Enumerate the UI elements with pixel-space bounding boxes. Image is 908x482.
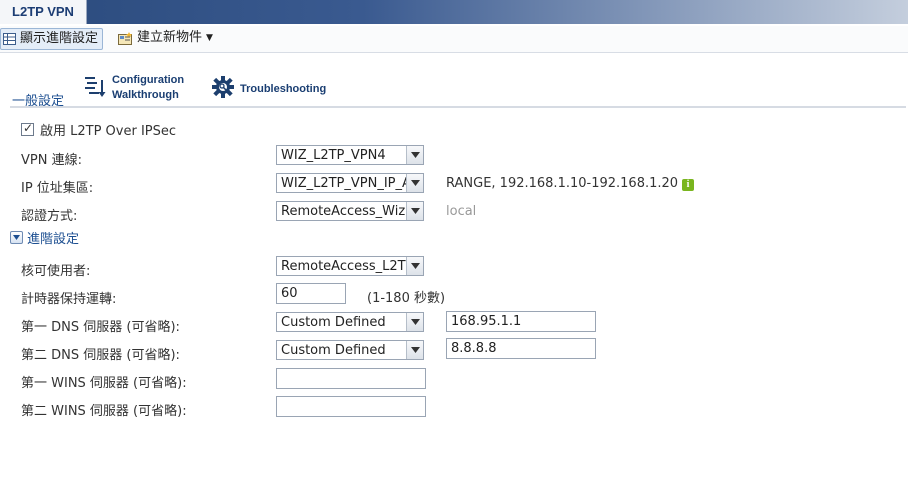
auth-method-select[interactable]: RemoteAccess_Wiz: [276, 201, 424, 221]
ip-pool-range: RANGE, 192.168.1.10-192.168.1.20: [446, 176, 679, 191]
enable-l2tp-checkbox[interactable]: ✓: [21, 121, 34, 136]
dns1-type-select[interactable]: Custom Defined: [276, 312, 424, 332]
tab-l2tp-vpn[interactable]: L2TP VPN: [0, 0, 87, 24]
keepalive-timer-label: 計時器保持運轉:: [21, 292, 117, 307]
info-icon[interactable]: i: [682, 179, 695, 191]
vpn-connection-label: VPN 連線:: [21, 153, 82, 168]
ip-pool-range-row: RANGE, 192.168.1.10-192.168.1.20 i: [446, 176, 695, 191]
troubleshooting-gear-icon: [212, 76, 234, 102]
ip-pool-select[interactable]: WIZ_L2TP_VPN_IP_ALL: [276, 173, 424, 193]
chevron-down-icon[interactable]: [406, 202, 423, 220]
dns1-type-value: Custom Defined: [281, 315, 386, 330]
table-icon: [3, 33, 16, 45]
auth-method-label: 認證方式:: [21, 209, 78, 224]
auth-method-hint: local: [446, 204, 477, 219]
dns2-type-value: Custom Defined: [281, 343, 386, 358]
troubleshooting-link[interactable]: Troubleshooting: [212, 76, 326, 102]
enable-l2tp-label: 啟用 L2TP Over IPSec: [40, 124, 177, 139]
ip-pool-value: WIZ_L2TP_VPN_IP_ALL: [281, 176, 407, 191]
vpn-connection-select[interactable]: WIZ_L2TP_VPN4: [276, 145, 424, 165]
troubleshooting-label: Troubleshooting: [240, 83, 327, 95]
chevron-down-icon[interactable]: [406, 174, 423, 192]
wins1-address-input[interactable]: [276, 368, 426, 389]
advanced-settings-toggle[interactable]: 進階設定: [10, 228, 79, 247]
vpn-connection-value: WIZ_L2TP_VPN4: [281, 148, 386, 163]
chevron-down-icon[interactable]: [406, 257, 423, 275]
wins1-label: 第一 WINS 伺服器 (可省略):: [21, 376, 187, 391]
allowed-user-select[interactable]: RemoteAccess_L2TP: [276, 256, 424, 276]
toolbar: 顯示進階設定 建立新物件 ▼: [0, 26, 908, 53]
keepalive-timer-input[interactable]: 60: [276, 283, 346, 304]
advanced-settings-label: 進階設定: [27, 232, 80, 247]
keepalive-timer-hint: (1-180 秒數): [367, 291, 446, 306]
new-object-icon: [118, 31, 133, 45]
dns2-address-input[interactable]: 8.8.8.8: [446, 338, 596, 359]
wins2-label: 第二 WINS 伺服器 (可省略):: [21, 404, 187, 419]
chevron-down-icon[interactable]: [406, 313, 423, 331]
dns2-label: 第二 DNS 伺服器 (可省略):: [21, 348, 180, 363]
dns1-label: 第一 DNS 伺服器 (可省略):: [21, 320, 180, 335]
allowed-user-value: RemoteAccess_L2TP: [281, 259, 407, 274]
create-object-button[interactable]: 建立新物件 ▼: [116, 28, 217, 48]
configuration-label: Configuration: [112, 74, 185, 86]
walkthrough-label: Walkthrough: [112, 89, 179, 101]
create-object-label: 建立新物件: [137, 30, 203, 45]
wins2-address-input[interactable]: [276, 396, 426, 417]
caret-down-icon: ▼: [206, 33, 213, 43]
enable-l2tp-row: ✓ 啟用 L2TP Over IPSec: [21, 120, 176, 139]
show-advanced-button[interactable]: 顯示進階設定: [0, 28, 104, 50]
chevron-down-icon[interactable]: [406, 146, 423, 164]
dns2-type-select[interactable]: Custom Defined: [276, 340, 424, 360]
dns1-address-input[interactable]: 168.95.1.1: [446, 311, 596, 332]
expand-down-icon: [10, 231, 23, 244]
allowed-user-label: 核可使用者:: [21, 264, 91, 279]
auth-method-value: RemoteAccess_Wiz: [281, 204, 406, 219]
show-advanced-label: 顯示進階設定: [20, 31, 99, 46]
configuration-walkthrough-link[interactable]: Configuration Walkthrough: [84, 73, 184, 103]
chevron-down-icon[interactable]: [406, 341, 423, 359]
tab-bar: L2TP VPN: [0, 0, 908, 24]
walkthrough-icon: [84, 74, 106, 102]
checkmark-icon: ✓: [23, 121, 34, 135]
ip-pool-label: IP 位址集區:: [21, 181, 94, 196]
section-divider: [10, 106, 906, 108]
